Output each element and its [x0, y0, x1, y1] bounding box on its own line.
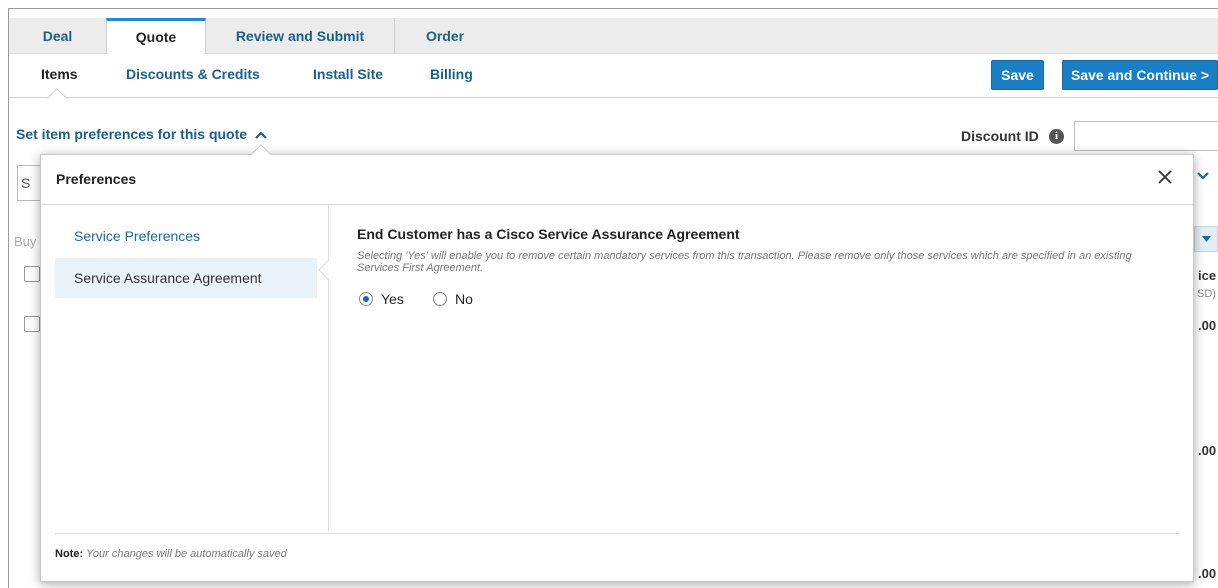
info-icon[interactable]: i — [1049, 129, 1064, 144]
background-select-text: S — [21, 175, 31, 191]
sidebar-item-service-assurance-agreement[interactable]: Service Assurance Agreement — [55, 258, 317, 298]
background-amount: .00 — [1198, 443, 1217, 458]
item-preferences-label: Set item preferences for this quote — [16, 126, 248, 142]
tab-deal[interactable]: Deal — [9, 18, 107, 54]
background-dropdown[interactable] — [1194, 226, 1218, 252]
item-preferences-link[interactable]: Set item preferences for this quote — [16, 126, 267, 142]
radio-no-label: No — [455, 291, 473, 307]
modal-sidebar: Service Preferences Service Assurance Ag… — [41, 205, 329, 531]
note-text: Your changes will be automatically saved — [86, 548, 287, 560]
modal-header: Preferences — [41, 155, 1193, 205]
subnav-install-site[interactable]: Install Site — [313, 66, 383, 82]
preferences-modal: Preferences Service Preferences Service … — [40, 154, 1194, 582]
background-checkbox — [24, 266, 40, 282]
subnav-discounts-credits[interactable]: Discounts & Credits — [126, 66, 260, 82]
discount-id-input[interactable] — [1074, 121, 1218, 151]
radio-yes-indicator[interactable] — [359, 292, 373, 306]
background-amount: .00 — [1198, 318, 1217, 333]
modal-footer: Note: Your changes will be automatically… — [55, 533, 1179, 581]
agreement-description: Selecting 'Yes' will enable you to remov… — [357, 250, 1132, 274]
chevron-down-icon[interactable] — [1197, 167, 1209, 183]
note-label: Note: — [55, 548, 84, 560]
tab-review-and-submit[interactable]: Review and Submit — [206, 18, 395, 54]
close-icon[interactable] — [1153, 166, 1177, 190]
radio-yes[interactable]: Yes — [359, 291, 404, 307]
chevron-up-icon — [255, 128, 267, 142]
discount-id-label: Discount ID — [961, 128, 1039, 144]
background-column-header: ice — [1198, 268, 1217, 283]
background-checkbox — [24, 316, 40, 332]
subnav-billing[interactable]: Billing — [430, 66, 473, 82]
radio-no-indicator[interactable] — [433, 292, 447, 306]
tab-order[interactable]: Order — [395, 18, 495, 54]
main-tab-bar: Deal Quote Review and Submit Order — [9, 18, 1218, 55]
background-amount: .00 — [1198, 566, 1217, 581]
subnav-items[interactable]: Items — [41, 66, 78, 82]
radio-no[interactable]: No — [433, 291, 473, 307]
background-buy-text: Buy — [14, 234, 37, 249]
autosave-note: Note: Your changes will be automatically… — [55, 548, 287, 560]
background-column-unit: SD) — [1197, 288, 1216, 300]
tab-quote[interactable]: Quote — [106, 18, 206, 55]
radio-yes-label: Yes — [381, 291, 404, 307]
sidebar-item-service-preferences[interactable]: Service Preferences — [55, 216, 317, 256]
sub-nav: Items Discounts & Credits Install Site B… — [9, 54, 1218, 98]
save-and-continue-button[interactable]: Save and Continue > — [1062, 60, 1218, 90]
save-button[interactable]: Save — [991, 60, 1044, 90]
modal-title: Preferences — [56, 171, 137, 187]
agreement-heading: End Customer has a Cisco Service Assuran… — [357, 226, 740, 242]
